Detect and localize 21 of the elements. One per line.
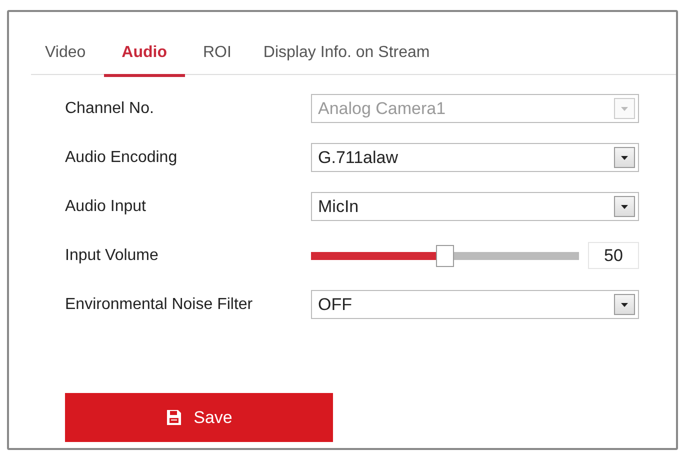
tab[interactable]: Video: [31, 38, 100, 74]
caret-icon: [614, 98, 635, 119]
save-button[interactable]: Save: [65, 393, 333, 442]
field-label: Environmental Noise Filter: [65, 296, 254, 314]
dropdown[interactable]: OFF: [311, 290, 639, 319]
field-label: Channel No.: [65, 100, 155, 118]
caret-icon: [614, 147, 635, 168]
field-label: Audio Input: [65, 198, 147, 216]
dropdown[interactable]: MicIn: [311, 192, 639, 221]
save-icon: [166, 409, 182, 426]
tab[interactable]: ROI: [188, 38, 246, 74]
caret-icon: [614, 294, 635, 315]
caret-icon: [614, 196, 635, 217]
volume-slider[interactable]: [311, 244, 579, 266]
slider-thumb[interactable]: [436, 244, 454, 266]
volume-value-field[interactable]: 50: [588, 242, 639, 269]
tab[interactable]: Audio: [104, 38, 185, 77]
tab[interactable]: Display Info. on Stream: [249, 38, 444, 74]
field-label: Audio Encoding: [65, 148, 178, 166]
dropdown[interactable]: G.711alaw: [311, 143, 639, 172]
field-label: Input Volume: [65, 246, 160, 264]
